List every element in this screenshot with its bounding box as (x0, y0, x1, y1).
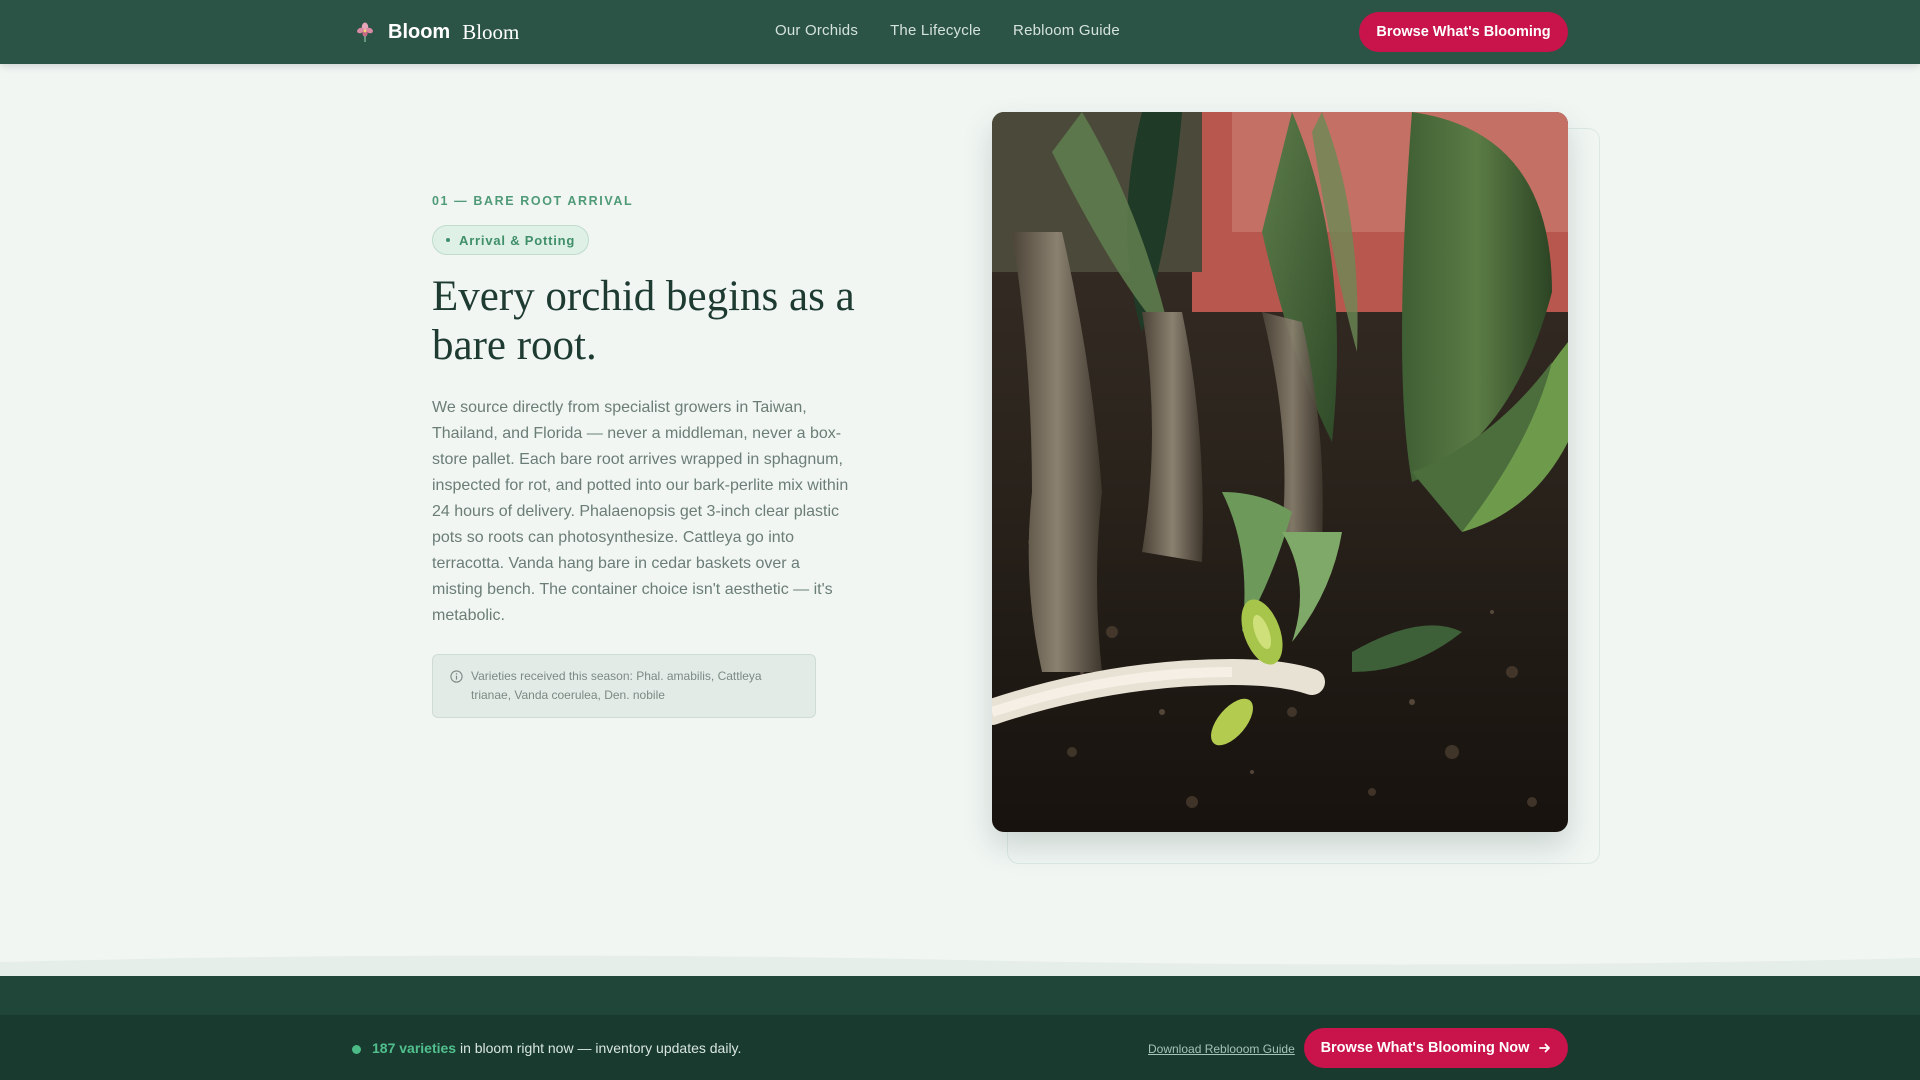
hero-headline: Every orchid begins as a bare root. (432, 273, 855, 369)
bottom-cta-label: Browse What's Blooming Now (1320, 1040, 1530, 1056)
inventory-status: 187 varieties in bloom right now — inven… (372, 1040, 741, 1056)
dark-section-band (0, 976, 1920, 1016)
inventory-status-text: in bloom right now — inventory updates d… (456, 1040, 742, 1056)
hero-body-text: We source directly from specialist growe… (432, 399, 849, 624)
stage-chip-label: Arrival & Potting (459, 232, 576, 248)
nav-the-lifecycle[interactable]: The Lifecycle (890, 22, 981, 39)
info-circle-icon (450, 670, 463, 683)
brand[interactable]: Bloom Bloom (356, 18, 519, 46)
brand-subtitle: Bloom (462, 19, 520, 44)
top-navigation-bar: Bloom Bloom Our Orchids The Lifecycle Re… (0, 0, 1920, 64)
brand-name: Bloom (388, 20, 451, 43)
chip-dot-icon (446, 238, 450, 242)
download-reblooom-guide-link[interactable]: Download Reblooom Guide (1148, 1042, 1295, 1056)
sticky-bottom-bar: 187 varieties in bloom right now — inven… (0, 1015, 1920, 1080)
section-eyebrow: 01 — BARE ROOT ARRIVAL (432, 194, 634, 208)
arrow-right-icon (1539, 1042, 1551, 1054)
browse-whats-blooming-now-button[interactable]: Browse What's Blooming Now (1304, 1028, 1568, 1068)
varieties-info-box: Varieties received this season: Phal. am… (432, 654, 816, 718)
nav-our-orchids[interactable]: Our Orchids (775, 22, 858, 39)
orchid-root-photo (992, 112, 1568, 832)
nav-reblooom-guide[interactable]: Rebloom Guide (1013, 22, 1120, 39)
varieties-info-text: Varieties received this season: Phal. am… (471, 669, 762, 702)
bloom-count: 187 varieties (372, 1040, 457, 1056)
wave-divider (0, 955, 1920, 976)
live-status-dot-icon (352, 1045, 361, 1054)
stage-chip: Arrival & Potting (432, 225, 590, 255)
main-nav: Our Orchids The Lifecycle Rebloom Guide (775, 22, 1120, 39)
browse-whats-blooming-button[interactable]: Browse What's Blooming (1359, 12, 1568, 52)
orchid-flower-icon (356, 21, 374, 43)
